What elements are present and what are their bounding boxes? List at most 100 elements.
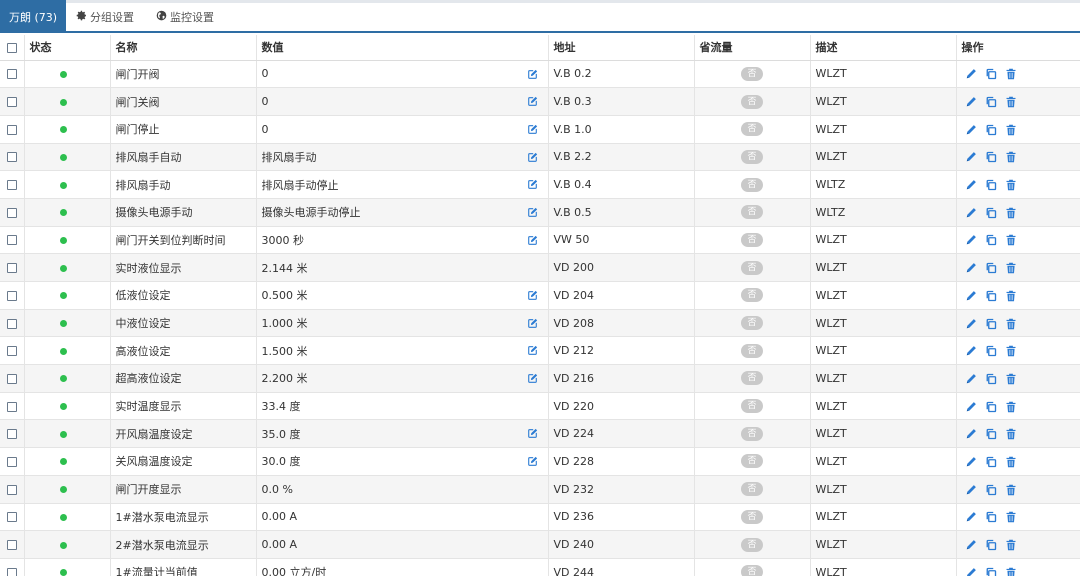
pencil-icon[interactable] <box>965 373 977 385</box>
trash-icon[interactable] <box>1005 96 1017 108</box>
trash-icon[interactable] <box>1005 401 1017 413</box>
trash-icon[interactable] <box>1005 290 1017 302</box>
data-table: 状态 名称 数值 地址 省流量 描述 操作 闸门开阀 0 V.B 0.2 否 WLZT 闸… <box>0 35 1080 576</box>
copy-icon[interactable] <box>985 345 997 357</box>
edit-value-icon[interactable] <box>527 373 538 384</box>
edit-value-icon[interactable] <box>527 456 538 467</box>
trash-icon[interactable] <box>1005 318 1017 330</box>
save-flow-cell: 否 <box>694 392 811 421</box>
row-checkbox[interactable] <box>7 152 17 163</box>
trash-icon[interactable] <box>1005 456 1017 468</box>
row-checkbox[interactable] <box>7 401 17 412</box>
copy-icon[interactable] <box>985 179 997 191</box>
row-checkbox[interactable] <box>7 429 17 440</box>
tab-monitor-settings[interactable]: 监控设置 <box>156 3 214 33</box>
pencil-icon[interactable] <box>965 151 977 163</box>
copy-icon[interactable] <box>985 567 997 576</box>
row-checkbox[interactable] <box>7 97 17 108</box>
copy-icon[interactable] <box>985 539 997 551</box>
edit-value-icon[interactable] <box>527 290 538 301</box>
pencil-icon[interactable] <box>965 484 977 496</box>
pencil-icon[interactable] <box>965 318 977 330</box>
edit-value-icon[interactable] <box>527 69 538 80</box>
trash-icon[interactable] <box>1005 484 1017 496</box>
pencil-icon[interactable] <box>965 262 977 274</box>
copy-icon[interactable] <box>985 401 997 413</box>
trash-icon[interactable] <box>1005 345 1017 357</box>
value-cell: 1.500 米 <box>256 336 549 366</box>
trash-icon[interactable] <box>1005 179 1017 191</box>
copy-icon[interactable] <box>985 96 997 108</box>
tab-group-settings[interactable]: 分组设置 <box>76 3 134 33</box>
row-select-cell <box>0 503 25 532</box>
copy-icon[interactable] <box>985 484 997 496</box>
pencil-icon[interactable] <box>965 179 977 191</box>
trash-icon[interactable] <box>1005 124 1017 136</box>
pencil-icon[interactable] <box>965 567 977 576</box>
row-checkbox[interactable] <box>7 290 17 301</box>
row-checkbox[interactable] <box>7 124 17 135</box>
trash-icon[interactable] <box>1005 68 1017 80</box>
trash-icon[interactable] <box>1005 567 1017 576</box>
copy-icon[interactable] <box>985 262 997 274</box>
row-checkbox[interactable] <box>7 456 17 467</box>
pencil-icon[interactable] <box>965 456 977 468</box>
trash-icon[interactable] <box>1005 428 1017 440</box>
copy-icon[interactable] <box>985 290 997 302</box>
pencil-icon[interactable] <box>965 96 977 108</box>
tab-device[interactable]: 万朗 (73) <box>0 3 66 33</box>
row-checkbox[interactable] <box>7 540 17 551</box>
copy-icon[interactable] <box>985 373 997 385</box>
edit-value-icon[interactable] <box>527 96 538 107</box>
trash-icon[interactable] <box>1005 207 1017 219</box>
pencil-icon[interactable] <box>965 401 977 413</box>
edit-value-icon[interactable] <box>527 179 538 190</box>
pencil-icon[interactable] <box>965 290 977 302</box>
row-checkbox[interactable] <box>7 373 17 384</box>
trash-icon[interactable] <box>1005 262 1017 274</box>
row-checkbox[interactable] <box>7 484 17 495</box>
trash-icon[interactable] <box>1005 234 1017 246</box>
trash-icon[interactable] <box>1005 151 1017 163</box>
copy-icon[interactable] <box>985 456 997 468</box>
edit-value-icon[interactable] <box>527 124 538 135</box>
row-checkbox[interactable] <box>7 567 17 576</box>
pencil-icon[interactable] <box>965 124 977 136</box>
trash-icon[interactable] <box>1005 539 1017 551</box>
edit-value-icon[interactable] <box>527 207 538 218</box>
copy-icon[interactable] <box>985 234 997 246</box>
row-checkbox[interactable] <box>7 180 17 191</box>
pencil-icon[interactable] <box>965 68 977 80</box>
pencil-icon[interactable] <box>965 511 977 523</box>
row-checkbox[interactable] <box>7 263 17 274</box>
trash-icon[interactable] <box>1005 373 1017 385</box>
copy-icon[interactable] <box>985 68 997 80</box>
row-checkbox[interactable] <box>7 512 17 523</box>
pencil-icon[interactable] <box>965 539 977 551</box>
pencil-icon[interactable] <box>965 234 977 246</box>
trash-icon[interactable] <box>1005 511 1017 523</box>
copy-icon[interactable] <box>985 428 997 440</box>
copy-icon[interactable] <box>985 207 997 219</box>
copy-icon[interactable] <box>985 124 997 136</box>
edit-value-icon[interactable] <box>527 318 538 329</box>
row-select-cell <box>0 336 25 366</box>
pencil-icon[interactable] <box>965 207 977 219</box>
row-checkbox[interactable] <box>7 235 17 246</box>
row-checkbox[interactable] <box>7 207 17 218</box>
value-text: 30.0 度 <box>261 455 301 469</box>
pencil-icon[interactable] <box>965 428 977 440</box>
edit-value-icon[interactable] <box>527 345 538 356</box>
status-cell <box>24 253 111 282</box>
row-checkbox[interactable] <box>7 69 17 80</box>
row-checkbox[interactable] <box>7 318 17 329</box>
row-checkbox[interactable] <box>7 346 17 357</box>
edit-value-icon[interactable] <box>527 235 538 246</box>
edit-value-icon[interactable] <box>527 152 538 163</box>
copy-icon[interactable] <box>985 151 997 163</box>
pencil-icon[interactable] <box>965 345 977 357</box>
copy-icon[interactable] <box>985 511 997 523</box>
select-all-checkbox[interactable] <box>7 42 17 53</box>
copy-icon[interactable] <box>985 318 997 330</box>
edit-value-icon[interactable] <box>527 428 538 439</box>
